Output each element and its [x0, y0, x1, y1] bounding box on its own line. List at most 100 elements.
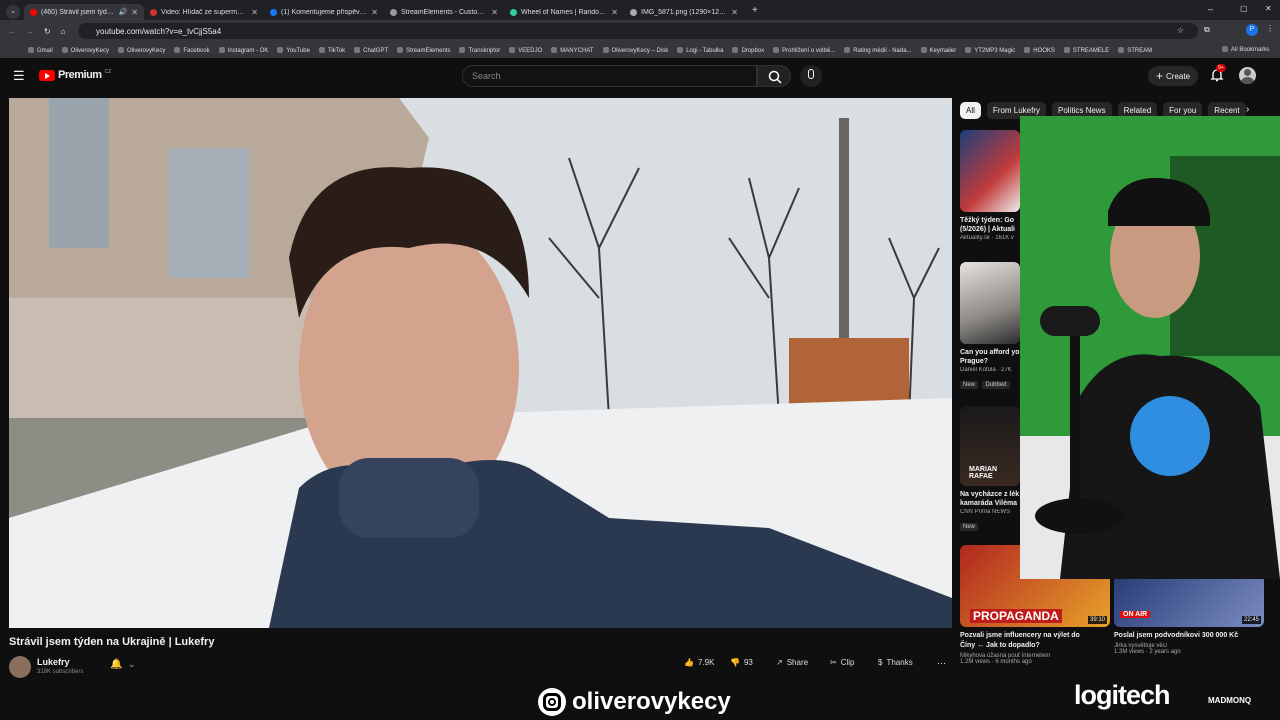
streamer-webcam — [1020, 116, 1280, 579]
home-icon[interactable]: ⌂ — [61, 27, 66, 36]
create-button[interactable]: + Create — [1148, 66, 1198, 86]
rec-meta-views: 1.2M views · 6 months ago — [960, 659, 1032, 665]
bookmark[interactable]: Rating médií - Nada... — [844, 47, 911, 54]
back-icon[interactable]: ← — [8, 27, 16, 36]
youtube-play-icon — [39, 69, 55, 81]
list-item[interactable]: Těžký týden: Go (5/2026) | Aktuali Aktua… — [960, 130, 1020, 241]
voice-search-button[interactable] — [800, 65, 822, 87]
browser-tab[interactable]: Video: Hlídač ze supermarketu ✕ — [144, 4, 264, 20]
bookmark[interactable]: ChatGPT — [354, 47, 388, 54]
rec-title-line2: (5/2026) | Aktuali — [960, 226, 1015, 233]
close-tab-icon[interactable]: ✕ — [731, 8, 738, 17]
all-bookmarks[interactable]: All Bookmarks — [1222, 46, 1270, 53]
browser-tab[interactable]: StreamElements - Custom com✕ — [384, 4, 504, 20]
bookmark[interactable]: HOOKS — [1024, 47, 1055, 54]
bookmark[interactable]: Dropbox — [732, 47, 764, 54]
bookmark[interactable]: MANYCHAT — [551, 47, 593, 54]
avatar[interactable] — [1239, 67, 1256, 84]
browser-tab-bar: ⌄ (460) Strávil jsem týden na🔊✕ Video: H… — [0, 0, 1280, 20]
bookmark[interactable]: StreamElements — [397, 47, 450, 54]
stream-handle: oliverovykecy — [538, 688, 731, 716]
bookmark[interactable]: TikTok — [319, 47, 345, 54]
search-input[interactable]: Search — [462, 65, 757, 87]
dislike-button[interactable]: 👎 93 — [730, 658, 753, 667]
logo-region: CZ — [104, 69, 112, 75]
bookmark[interactable]: Logi - Tabulka — [677, 47, 723, 54]
close-window-button[interactable]: ✕ — [1265, 4, 1272, 13]
close-tab-icon[interactable]: ✕ — [491, 8, 498, 17]
handle-text: oliverovykecy — [572, 688, 731, 715]
rec-title: Poslal jsem podvodníkovi 300 000 Kč — [1114, 632, 1239, 639]
bookmark[interactable]: OliverovyKecy — [118, 47, 165, 54]
rec-title: Na vycházce z lék — [960, 491, 1020, 498]
hamburger-menu-icon[interactable]: ☰ — [13, 68, 25, 84]
chip-all[interactable]: All — [960, 102, 981, 119]
channel-name[interactable]: Lukefry — [37, 657, 70, 667]
bookmark[interactable]: STREAM — [1118, 47, 1152, 54]
bookmark[interactable]: OliverovyKecy — [62, 47, 109, 54]
browser-tab[interactable]: (1) Komentujeme příspěvky do ✕ — [264, 4, 384, 20]
bookmark[interactable]: STREAMELE — [1064, 47, 1109, 54]
youtube-logo[interactable]: Premium CZ — [39, 69, 111, 81]
thanks-button[interactable]: $ Thanks — [878, 658, 913, 667]
list-item[interactable]: MARIAN RAFAE Na vycházce z lék kamaráda … — [960, 406, 1020, 533]
bookmark[interactable]: OliverovyKecy – Disk — [603, 47, 669, 54]
rec-title-line2: kamaráda Viléma — [960, 500, 1018, 507]
new-tab-button[interactable]: + — [752, 5, 758, 16]
instagram-icon — [538, 688, 566, 716]
bookmark[interactable]: VEEDJO — [509, 47, 542, 54]
star-icon[interactable]: ☆ — [1177, 26, 1184, 35]
channel-avatar[interactable] — [9, 656, 31, 678]
extensions-icon[interactable]: ⧉ — [1204, 25, 1210, 35]
rec-title: Těžký týden: Go — [960, 217, 1015, 224]
new-badge: New — [960, 381, 979, 389]
bookmark[interactable]: Keymailer — [921, 47, 957, 54]
share-button[interactable]: ↗ Share — [776, 658, 808, 667]
streamelements-favicon — [390, 8, 397, 16]
clip-button[interactable]: ✂ Clip — [830, 658, 854, 667]
webcam-overlay — [1020, 116, 1280, 579]
logo-text: Premium — [58, 69, 102, 81]
bookmark[interactable]: Prohlížení o volbě... — [773, 47, 835, 54]
notifications-button[interactable]: 9+ — [1210, 64, 1226, 82]
url-field[interactable]: youtube.com/watch?v=e_tvCjjS5a4 ☆ — [78, 23, 1198, 39]
bookmark[interactable]: Facebook — [174, 47, 209, 54]
tab-search-icon[interactable]: ⌄ — [6, 5, 20, 19]
video-player[interactable] — [9, 98, 952, 628]
bookmark[interactable]: YouTube — [277, 47, 310, 54]
maximize-button[interactable]: ▢ — [1240, 4, 1248, 13]
chevron-down-icon[interactable]: ⌄ — [128, 659, 136, 670]
clip-label: Clip — [840, 658, 855, 667]
reload-icon[interactable]: ↻ — [44, 27, 51, 36]
menu-icon[interactable]: ⋮ — [1266, 24, 1274, 33]
video-title: Strávil jsem týden na Ukrajině | Lukefry — [9, 636, 215, 648]
close-tab-icon[interactable]: ✕ — [251, 8, 258, 17]
browser-tab[interactable]: (460) Strávil jsem týden na🔊✕ — [24, 4, 144, 20]
close-tab-icon[interactable]: ✕ — [611, 8, 618, 17]
browser-tab[interactable]: Wheel of Names | Random nam✕ — [504, 4, 624, 20]
thumbs-down-icon: 👎 — [730, 658, 740, 667]
notification-badge: 9+ — [1216, 64, 1226, 72]
bookmark[interactable]: Instagram - OK — [219, 47, 269, 54]
duration-badge: 39:10 — [1087, 616, 1107, 624]
bell-subscribe-icon[interactable]: 🔔 — [110, 659, 122, 670]
bookmark[interactable]: Gmail — [28, 47, 53, 54]
bookmark[interactable]: Transkriptor — [459, 47, 500, 54]
forward-icon[interactable]: → — [26, 27, 34, 36]
list-item[interactable]: Can you afford yo Prague? Daniel Kotula … — [960, 262, 1020, 391]
create-label: Create — [1166, 71, 1191, 81]
minimize-button[interactable]: – — [1208, 4, 1213, 14]
close-tab-icon[interactable]: ✕ — [371, 8, 378, 17]
rec-meta: Aktuality.sk · 161K v — [960, 235, 1014, 241]
bookmark[interactable]: YT2MP3 Magic — [965, 47, 1015, 54]
rec-title: Can you afford yo — [960, 349, 1020, 356]
url-text: youtube.com/watch?v=e_tvCjjS5a4 — [96, 26, 222, 36]
chevron-right-icon[interactable]: › — [1246, 104, 1249, 115]
search-button[interactable] — [757, 65, 791, 87]
more-actions-icon[interactable]: ⋯ — [937, 658, 946, 669]
bookmarks-bar: Gmail OliverovyKecy OliverovyKecy Facebo… — [0, 42, 1280, 58]
close-tab-icon[interactable]: ✕ — [131, 8, 138, 17]
browser-tab[interactable]: IMG_5871.png (1290×1253) ✕ — [624, 4, 744, 20]
profile-icon[interactable]: P — [1246, 24, 1258, 36]
like-button[interactable]: 👍 7.9K — [684, 658, 714, 667]
